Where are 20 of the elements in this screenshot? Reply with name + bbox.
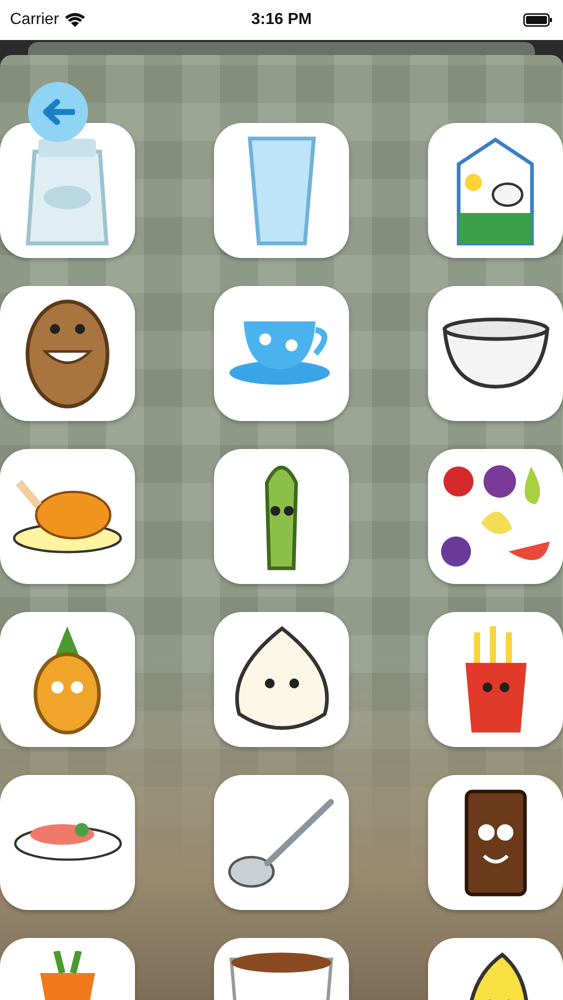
wifi-icon [64,12,85,28]
picture-tile[interactable] [0,775,135,910]
clock-time: 3:16 PM [251,11,312,28]
picture-tile[interactable] [0,449,135,584]
picture-tile[interactable] [214,123,349,258]
picture-tile[interactable] [428,612,563,747]
picture-tile[interactable] [0,123,135,258]
battery-icon [523,13,553,27]
picture-tile[interactable] [428,775,563,910]
picture-tile[interactable] [214,449,349,584]
picture-tile[interactable] [214,612,349,747]
picture-tile[interactable] [428,123,563,258]
picture-tile[interactable] [214,775,349,910]
picture-tile[interactable] [0,612,135,747]
picture-tile[interactable] [428,286,563,421]
back-arrow-icon [41,98,75,126]
picture-tile[interactable] [214,286,349,421]
carrier-label: Carrier [10,11,59,29]
picture-tile[interactable] [428,449,563,584]
picture-tile[interactable] [0,286,135,421]
